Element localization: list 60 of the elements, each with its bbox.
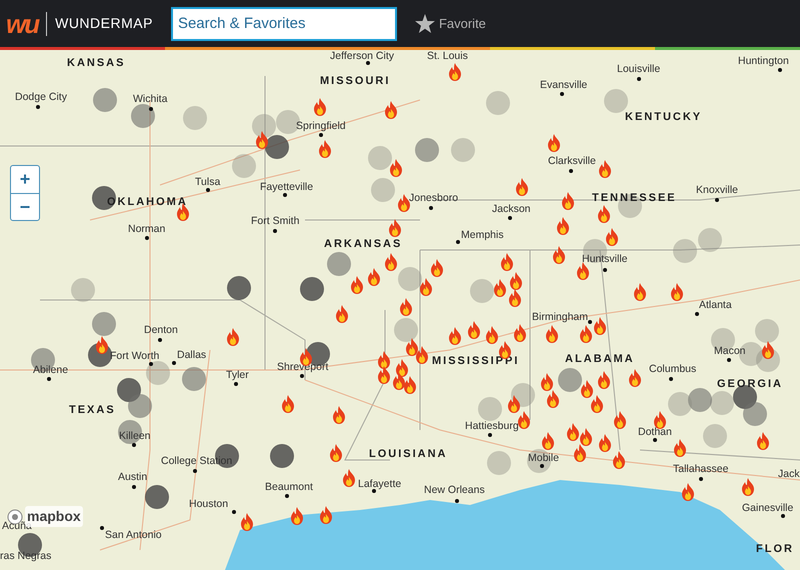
city-label: Denton bbox=[144, 325, 178, 336]
logo[interactable]: wu bbox=[6, 10, 38, 36]
city-label: Memphis bbox=[461, 230, 504, 240]
city-label: Fayetteville bbox=[260, 182, 314, 192]
city-label: Tyler bbox=[226, 370, 249, 380]
city-label: Jackson bbox=[492, 204, 531, 214]
city-label: New Orleans bbox=[424, 485, 485, 496]
city-label: Houston bbox=[189, 499, 228, 510]
state-label: MISSISSIPPI bbox=[432, 356, 520, 367]
state-label: KENTUCKY bbox=[625, 112, 702, 123]
search-field[interactable]: Search & Favorites bbox=[170, 6, 397, 40]
city-label: Shreveport bbox=[277, 362, 328, 372]
city-label: Atlanta bbox=[699, 300, 732, 310]
state-label: KANSAS bbox=[67, 58, 126, 69]
state-label: TEXAS bbox=[69, 405, 116, 416]
state-label: ARKANSAS bbox=[324, 239, 402, 250]
state-label: TENNESSEE bbox=[592, 193, 677, 204]
city-label: Macon bbox=[714, 346, 746, 356]
city-label: Huntington bbox=[738, 56, 789, 66]
city-label: Beaumont bbox=[265, 482, 313, 492]
flame-icon[interactable] bbox=[517, 411, 531, 429]
city-label: Hattiesburg bbox=[465, 421, 519, 432]
city-label: Fort Smith bbox=[251, 216, 300, 226]
favorite-button[interactable]: Favorite bbox=[414, 14, 486, 34]
city-label: Austin bbox=[118, 472, 148, 482]
city-label: Knoxville bbox=[696, 185, 738, 196]
star-icon bbox=[414, 14, 435, 33]
city-label: Birmingham bbox=[532, 312, 588, 322]
city-label: Wichita bbox=[133, 94, 168, 104]
state-label: GEORGIA bbox=[717, 379, 783, 390]
city-label: Norman bbox=[128, 224, 166, 234]
city-label: Lafayette bbox=[358, 479, 402, 490]
city-label: Dodge City bbox=[15, 92, 67, 102]
zoom-in-button[interactable]: + bbox=[11, 166, 39, 193]
city-label: Evansville bbox=[540, 80, 588, 90]
city-label: ras Negras bbox=[0, 551, 52, 562]
city-label: Mobile bbox=[528, 453, 559, 464]
city-label: Jonesboro bbox=[409, 193, 458, 204]
city-label: Springfield bbox=[296, 121, 346, 132]
zoom-out-button[interactable]: − bbox=[11, 193, 39, 220]
attribution-logo[interactable]: mapbox bbox=[25, 506, 83, 527]
city-label: Tulsa bbox=[195, 177, 220, 188]
city-label: Huntsville bbox=[582, 254, 628, 264]
app-title: WUNDERMAP bbox=[55, 14, 153, 33]
city-label: Jack bbox=[778, 469, 800, 480]
state-label: MISSOURI bbox=[320, 76, 390, 87]
city-label: San Antonio bbox=[105, 530, 162, 540]
city-label: Abilene bbox=[33, 365, 68, 376]
state-label: LOUISIANA bbox=[369, 449, 448, 460]
city-label: Tallahassee bbox=[673, 464, 728, 474]
city-label: Louisville bbox=[617, 64, 660, 74]
city-label: Dothan bbox=[638, 427, 672, 438]
city-label: Clarksville bbox=[548, 156, 596, 166]
city-label: St. Louis bbox=[427, 51, 468, 62]
city-label: Gainesville bbox=[742, 503, 794, 514]
city-label: Dallas bbox=[177, 350, 206, 360]
city-label: Columbus bbox=[649, 364, 696, 374]
map-background[interactable] bbox=[0, 50, 800, 570]
city-label: Jefferson City bbox=[330, 51, 394, 62]
state-label: ALABAMA bbox=[565, 354, 635, 365]
